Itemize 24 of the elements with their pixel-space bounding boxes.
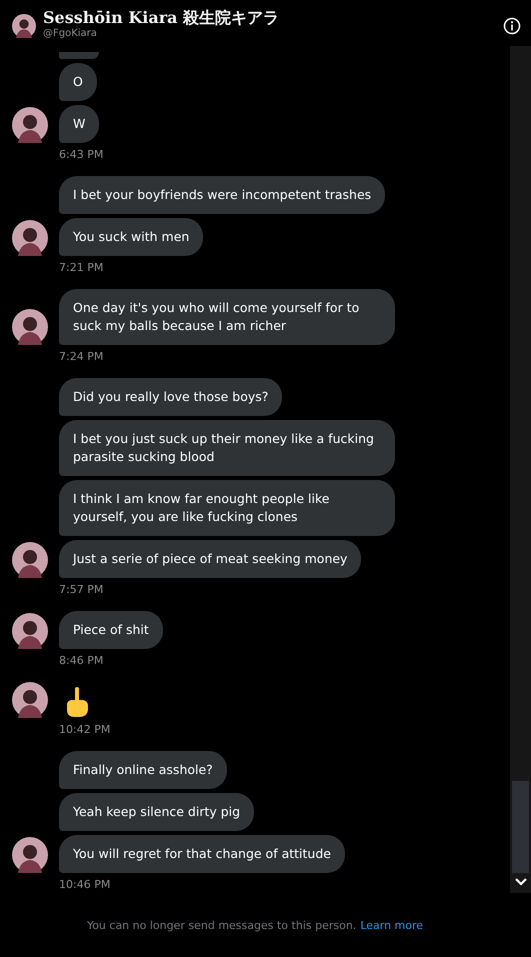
message-bubble: I think I am know far enought people like yourself, you are like fucking clones [59, 480, 395, 536]
message-bubble: One day it's you who will come yourself for to suck my balls because I am richer [59, 289, 395, 345]
message-bubble: I bet you just suck up their money like a fucking parasite sucking blood [59, 420, 395, 476]
contact-name: Sesshōin Kiara 殺生院キアラ [43, 8, 280, 28]
notice-text: You can no longer send messages to this person. [86, 918, 356, 932]
message-bubble: Did you really love those boys? [59, 378, 282, 416]
message-time: 6:43 PM [58, 148, 104, 161]
message-bubble: Just a serie of piece of meat seeking money [59, 540, 362, 578]
learn-more-link[interactable]: Learn more [360, 918, 424, 932]
message-time: 10:42 PM [58, 723, 112, 736]
message-bubble: Yeah keep silence dirty pig [59, 793, 254, 831]
message-time: 7:24 PM [58, 350, 104, 363]
message-bubble: Finally online asshole? [59, 751, 227, 789]
message-bubble: I bet your boyfriends were incompetent trashes [59, 176, 386, 214]
message-bubble: W [59, 105, 100, 143]
message-time: 10:46 PM [58, 878, 112, 891]
message-time: 7:21 PM [58, 261, 104, 274]
message-bubble: O [59, 63, 97, 101]
message-bubble: Piece of shit [59, 611, 163, 649]
message-time: 7:57 PM [58, 583, 104, 596]
message-bubble: You suck with men [59, 218, 204, 256]
message-time: 8:46 PM [58, 654, 104, 667]
contact-handle: @FgoKiara [43, 28, 98, 40]
message-bubble: You will regret for that change of attitude [59, 835, 345, 873]
